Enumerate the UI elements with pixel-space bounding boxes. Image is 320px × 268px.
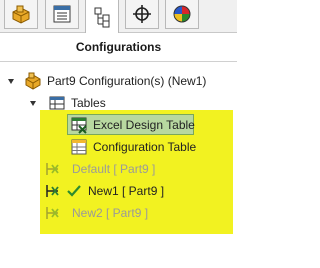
configuration-table-row[interactable]: Configuration Table xyxy=(70,137,196,157)
config-item-default[interactable]: Default [ Part9 ] xyxy=(44,159,155,179)
panel-title: Configurations xyxy=(0,33,237,62)
dimxpertmanager-tab[interactable] xyxy=(125,0,159,29)
tables-label: Tables xyxy=(71,96,106,110)
tables-folder-row[interactable]: Tables xyxy=(28,93,106,113)
featuremanager-tab[interactable] xyxy=(4,0,38,29)
property-list-icon xyxy=(53,5,71,23)
color-wheel-icon xyxy=(173,5,191,23)
config-label: Default [ Part9 ] xyxy=(72,162,156,176)
part-icon xyxy=(12,5,30,24)
config-label: New1 [ Part9 ] xyxy=(88,184,165,198)
tree-root-label: Part9 Configuration(s) (New1) xyxy=(47,74,207,88)
configuration-icon xyxy=(44,182,62,200)
tables-icon xyxy=(48,94,66,112)
config-label: New2 [ Part9 ] xyxy=(72,206,149,220)
crosshair-icon xyxy=(133,5,151,23)
config-item-new2[interactable]: New2 [ Part9 ] xyxy=(44,203,148,223)
collapse-caret-icon[interactable] xyxy=(6,76,16,86)
manager-tab-bar xyxy=(0,0,237,33)
active-check-icon xyxy=(65,182,83,200)
excel-design-table-row[interactable]: Excel Design Table xyxy=(70,115,195,135)
configurationmanager-tab[interactable] xyxy=(85,0,119,33)
configuration-table-icon xyxy=(70,138,88,156)
tree-root-row[interactable]: Part9 Configuration(s) (New1) xyxy=(6,71,206,91)
config-item-new1[interactable]: New1 [ Part9 ] xyxy=(44,181,164,201)
propertymanager-tab[interactable] xyxy=(45,0,79,29)
part-icon xyxy=(24,72,42,90)
excel-design-table-label: Excel Design Table xyxy=(93,118,195,132)
configuration-tree-icon xyxy=(94,7,110,27)
configuration-icon xyxy=(44,160,62,178)
configuration-table-label: Configuration Table xyxy=(93,140,197,154)
configuration-icon xyxy=(44,204,62,222)
collapse-caret-icon[interactable] xyxy=(28,98,38,108)
excel-table-icon xyxy=(70,116,88,134)
displaymanager-tab[interactable] xyxy=(165,0,199,29)
